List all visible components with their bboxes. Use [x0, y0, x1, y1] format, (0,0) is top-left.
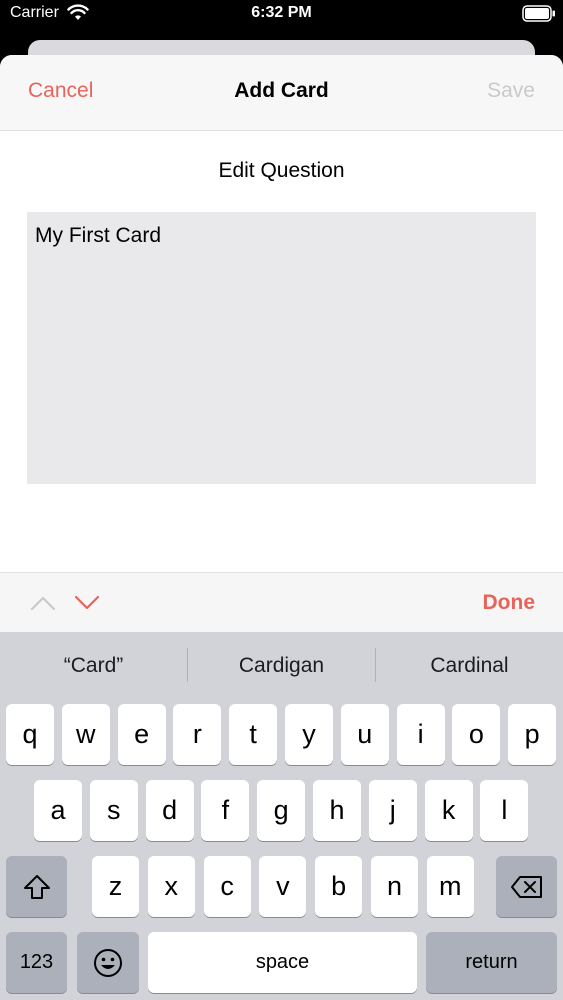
key-h[interactable]: h: [313, 780, 361, 841]
battery-icon: [522, 5, 555, 22]
done-button[interactable]: Done: [483, 591, 536, 615]
delete-key[interactable]: [496, 856, 557, 917]
key-f[interactable]: f: [201, 780, 250, 841]
key-y[interactable]: y: [285, 704, 333, 765]
key-r[interactable]: r: [173, 704, 222, 765]
delete-icon: [510, 875, 542, 898]
keyboard: “Card” Cardigan Cardinal 123 space retur…: [0, 632, 563, 1000]
space-key[interactable]: space: [148, 932, 417, 993]
numbers-key[interactable]: 123: [6, 932, 67, 993]
suggestion-3[interactable]: Cardinal: [376, 654, 563, 678]
previous-field-icon[interactable]: [30, 595, 56, 611]
key-q[interactable]: q: [6, 704, 54, 765]
save-button[interactable]: Save: [487, 79, 535, 103]
key-p[interactable]: p: [508, 704, 557, 765]
nav-bar: Cancel Add Card Save: [0, 55, 563, 131]
key-i[interactable]: i: [396, 704, 445, 765]
key-e[interactable]: e: [117, 704, 166, 765]
edit-question-label: Edit Question: [218, 159, 345, 182]
key-j[interactable]: j: [368, 780, 417, 841]
key-x[interactable]: x: [147, 856, 195, 917]
key-g[interactable]: g: [257, 780, 306, 841]
status-bar: Carrier 6:32 PM: [0, 0, 563, 30]
page-title: Add Card: [234, 79, 329, 102]
suggestion-1[interactable]: “Card”: [0, 654, 187, 678]
next-field-icon[interactable]: [74, 595, 100, 611]
key-t[interactable]: t: [229, 704, 278, 765]
status-time: 6:32 PM: [251, 4, 312, 21]
key-o[interactable]: o: [452, 704, 501, 765]
key-a[interactable]: a: [34, 780, 82, 841]
key-s[interactable]: s: [89, 780, 138, 841]
return-key[interactable]: return: [426, 932, 557, 993]
key-b[interactable]: b: [315, 856, 363, 917]
emoji-icon: [94, 948, 122, 977]
key-u[interactable]: u: [340, 704, 389, 765]
shift-icon: [23, 874, 50, 899]
key-w[interactable]: w: [61, 704, 110, 765]
suggestion-bar: “Card” Cardigan Cardinal: [0, 632, 563, 698]
keyboard-accessory-bar: Done: [0, 572, 563, 633]
key-n[interactable]: n: [371, 856, 418, 917]
emoji-key[interactable]: [77, 932, 139, 993]
key-v[interactable]: v: [259, 856, 307, 917]
suggestion-2[interactable]: Cardigan: [188, 654, 375, 678]
key-k[interactable]: k: [424, 780, 473, 841]
key-l[interactable]: l: [480, 780, 529, 841]
key-c[interactable]: c: [203, 856, 251, 917]
shift-key[interactable]: [6, 856, 67, 917]
key-d[interactable]: d: [145, 780, 194, 841]
key-z[interactable]: z: [92, 856, 139, 917]
question-text-area[interactable]: My First Card: [27, 212, 536, 484]
key-m[interactable]: m: [426, 856, 474, 917]
